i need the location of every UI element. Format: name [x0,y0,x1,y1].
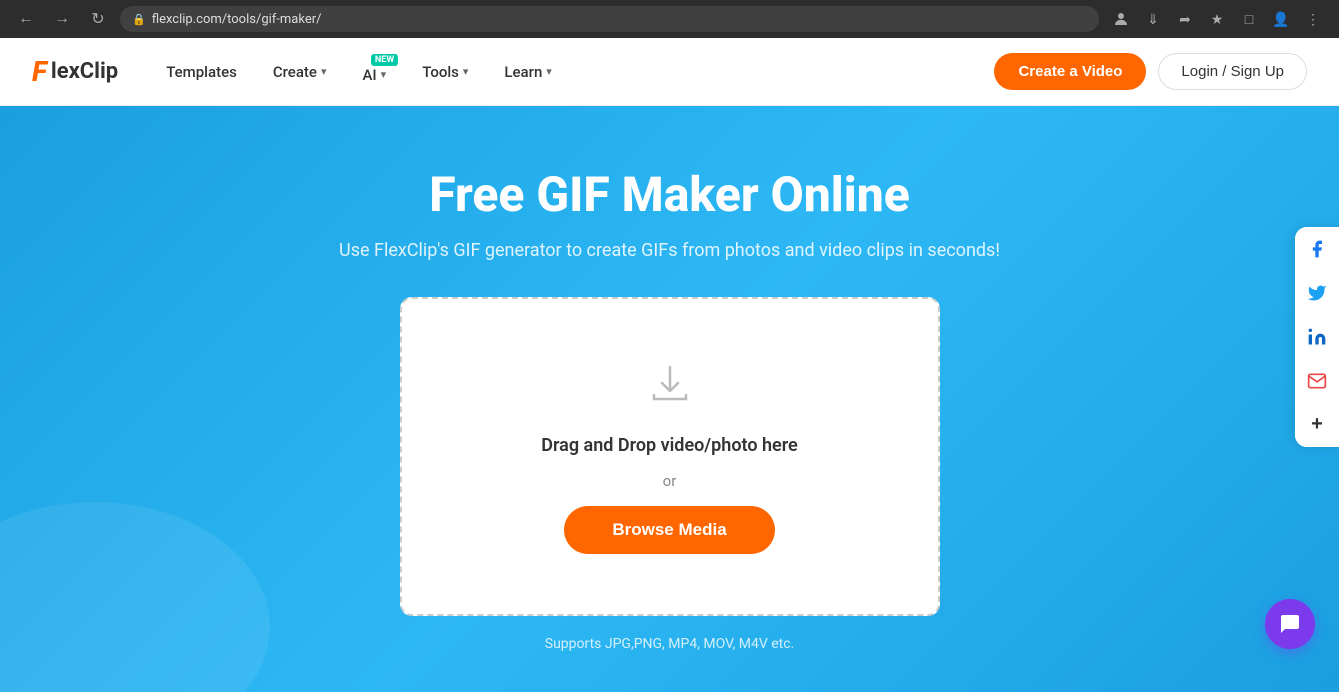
browser-actions: ⇓ ➦ ★ □ 👤 ⋮ [1107,5,1327,33]
plus-icon: + [1311,413,1323,436]
facebook-share-button[interactable] [1295,227,1339,271]
hero-section: Free GIF Maker Online Use FlexClip's GIF… [0,106,1339,692]
chat-bubble-button[interactable] [1265,599,1315,649]
email-share-button[interactable] [1295,359,1339,403]
nav-tools-label: Tools [422,63,459,81]
share-icon[interactable]: ➦ [1171,5,1199,33]
reload-button[interactable]: ↻ [84,5,112,33]
ai-new-badge: NEW [371,54,398,66]
browser-chrome: ← → ↻ 🔒 flexclip.com/tools/gif-maker/ ⇓ … [0,0,1339,38]
upload-box[interactable]: Drag and Drop video/photo here or Browse… [400,297,940,616]
profile-icon[interactable]: 👤 [1267,5,1295,33]
nav-templates-label: Templates [166,63,237,81]
url-text: flexclip.com/tools/gif-maker/ [152,12,322,27]
split-view-icon[interactable]: □ [1235,5,1263,33]
nav-ai[interactable]: AI NEW ▾ [346,52,402,92]
chevron-down-icon: ▾ [321,65,327,78]
nav-ai-label: AI [362,66,376,84]
more-share-button[interactable]: + [1295,403,1339,447]
nav-create[interactable]: Create ▾ [257,55,343,89]
chevron-down-icon-learn: ▾ [546,65,552,78]
nav-tools[interactable]: Tools ▾ [406,55,484,89]
create-video-button[interactable]: Create a Video [994,53,1146,90]
address-bar[interactable]: 🔒 flexclip.com/tools/gif-maker/ [120,6,1099,32]
lock-icon: 🔒 [132,13,146,26]
nav-templates[interactable]: Templates [150,55,253,89]
menu-icon[interactable]: ⋮ [1299,5,1327,33]
download-icon[interactable]: ⇓ [1139,5,1167,33]
navbar: F lexClip Templates Create ▾ AI NEW ▾ To… [0,38,1339,106]
support-text: Supports JPG,PNG, MP4, MOV, M4V etc. [545,636,795,652]
twitter-share-button[interactable] [1295,271,1339,315]
chevron-down-icon-ai: ▾ [381,68,387,81]
forward-button[interactable]: → [48,5,76,33]
google-account-icon[interactable] [1107,5,1135,33]
login-button[interactable]: Login / Sign Up [1158,53,1307,90]
nav-create-label: Create [273,63,317,81]
logo-text: lexClip [51,59,118,84]
linkedin-share-button[interactable] [1295,315,1339,359]
logo[interactable]: F lexClip [32,55,118,88]
nav-links: Templates Create ▾ AI NEW ▾ Tools ▾ Lear… [150,52,994,92]
upload-icon [646,359,694,411]
drag-drop-text: Drag and Drop video/photo here [541,435,797,456]
social-sidebar: + [1295,227,1339,447]
browse-media-button[interactable]: Browse Media [564,506,774,554]
chevron-down-icon-tools: ▾ [463,65,469,78]
or-text: or [663,472,677,490]
nav-learn-label: Learn [504,63,542,81]
nav-actions: Create a Video Login / Sign Up [994,53,1307,90]
bookmark-icon[interactable]: ★ [1203,5,1231,33]
logo-f: F [32,55,47,88]
back-button[interactable]: ← [12,5,40,33]
hero-subtitle: Use FlexClip's GIF generator to create G… [339,240,1000,261]
hero-title: Free GIF Maker Online [429,166,909,224]
nav-learn[interactable]: Learn ▾ [488,55,567,89]
